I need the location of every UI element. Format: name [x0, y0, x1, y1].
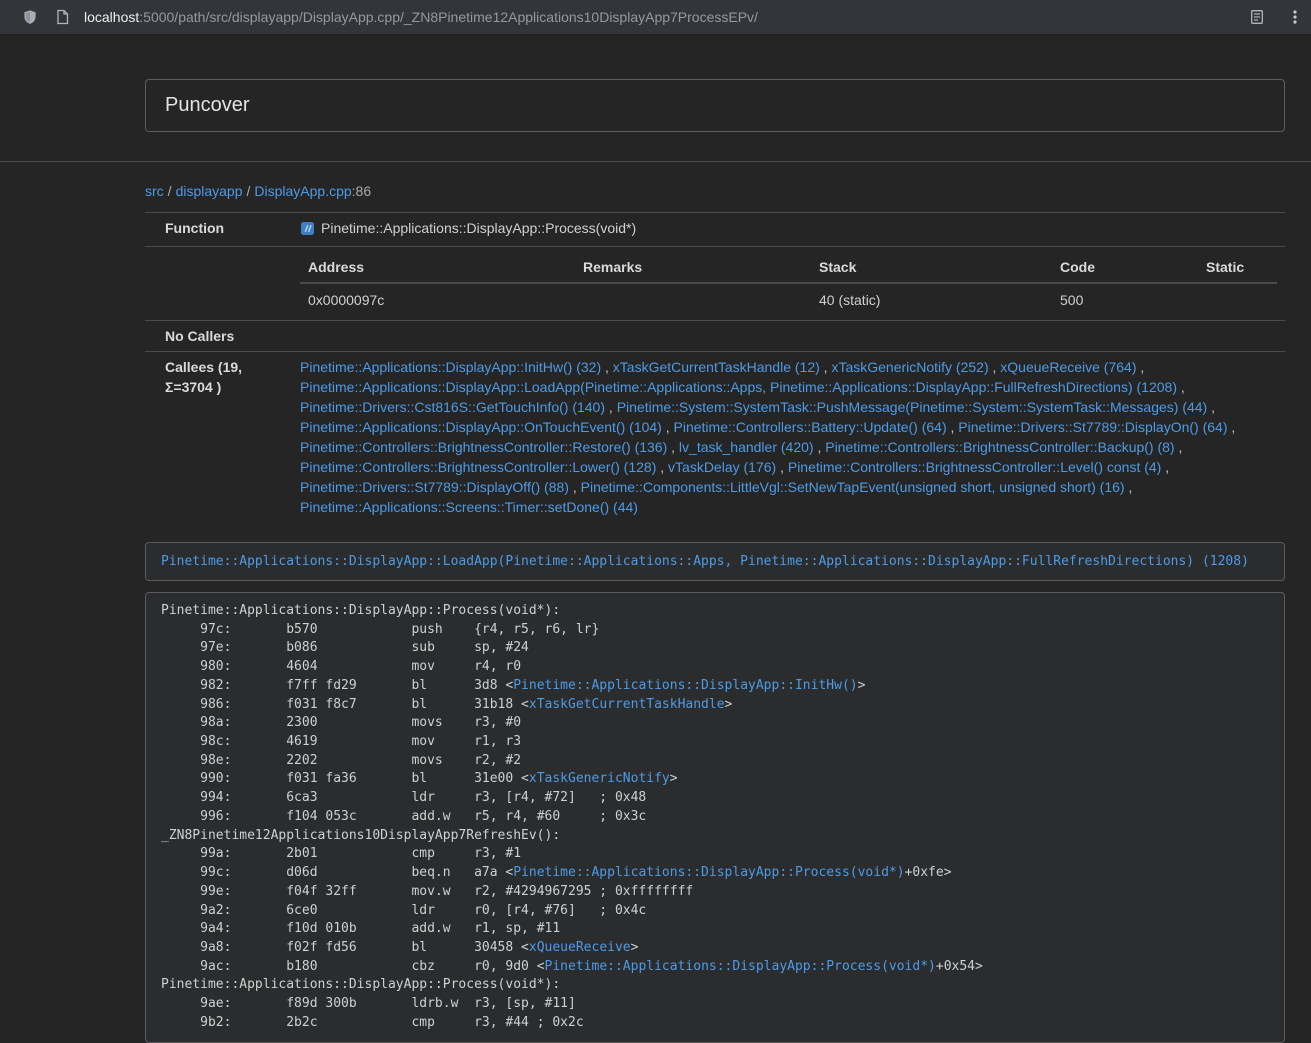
shield-icon[interactable]	[22, 9, 38, 25]
callee-link[interactable]: Pinetime::Drivers::Cst816S::GetTouchInfo…	[300, 399, 605, 415]
url-host: localhost	[84, 9, 139, 25]
disassembly-symbol-link[interactable]: xQueueReceive	[529, 940, 631, 955]
callee-separator: ,	[667, 439, 679, 455]
column-header-stack: Stack	[811, 252, 1052, 283]
callees-row: Callees (19, Σ=3704 ) Pinetime::Applicat…	[145, 352, 1285, 523]
callee-separator: ,	[601, 359, 613, 375]
column-header-code: Code	[1052, 252, 1198, 283]
breadcrumb-link-file[interactable]: DisplayApp.cpp	[254, 183, 351, 199]
callee-separator: ,	[776, 459, 788, 475]
url-path: :5000/path/src/displayapp/DisplayApp.cpp…	[139, 9, 758, 25]
breadcrumb-separator: /	[247, 183, 251, 199]
symbol-table: Function Pinetime::Applications::Display…	[145, 212, 1285, 522]
divider	[0, 161, 1311, 162]
callee-separator: ,	[605, 399, 617, 415]
callee-link[interactable]: Pinetime::Controllers::BrightnessControl…	[825, 439, 1174, 455]
column-header-static: Static	[1198, 252, 1277, 283]
no-callers-row: No Callers	[145, 321, 1285, 352]
column-header-remarks: Remarks	[575, 252, 811, 283]
function-details-row: Address Remarks Stack Code Static 0x0000…	[145, 247, 1285, 321]
page-title: Puncover	[165, 94, 1265, 117]
callees-label: Callees (19, Σ=3704 )	[145, 352, 292, 523]
details-table: Address Remarks Stack Code Static 0x0000…	[300, 252, 1277, 315]
callee-separator: ,	[814, 439, 826, 455]
page-container: Puncover src/displayapp/DisplayApp.cpp:8…	[145, 79, 1285, 1043]
method-icon	[300, 221, 315, 241]
disassembly-box: Pinetime::Applications::DisplayApp::Proc…	[145, 592, 1285, 1043]
callee-separator: ,	[569, 479, 581, 495]
empty-label-cell	[145, 247, 292, 321]
kebab-menu-icon[interactable]	[1293, 9, 1297, 25]
callee-separator: ,	[1161, 459, 1169, 475]
callee-link[interactable]: Pinetime::Controllers::BrightnessControl…	[300, 439, 667, 455]
callee-link[interactable]: Pinetime::Applications::DisplayApp::Init…	[300, 359, 601, 375]
page-header-panel: Puncover	[145, 79, 1285, 132]
breadcrumb-separator: /	[168, 183, 172, 199]
callee-link[interactable]: Pinetime::Applications::DisplayApp::OnTo…	[300, 419, 662, 435]
callee-link[interactable]: Pinetime::Drivers::St7789::DisplayOn() (…	[958, 419, 1227, 435]
callee-separator: ,	[1175, 439, 1183, 455]
url-bar[interactable]: localhost:5000/path/src/displayapp/Displ…	[84, 9, 758, 25]
highlighted-symbol-link[interactable]: Pinetime::Applications::DisplayApp::Load…	[161, 554, 1249, 569]
callee-separator: ,	[1207, 399, 1215, 415]
disassembly-symbol-link[interactable]: xTaskGetCurrentTaskHandle	[529, 697, 725, 712]
callee-link[interactable]: Pinetime::Applications::DisplayApp::Load…	[300, 379, 1177, 395]
function-name: Pinetime::Applications::DisplayApp::Proc…	[321, 220, 636, 236]
reader-mode-icon[interactable]	[1249, 9, 1265, 25]
callee-separator: ,	[1228, 419, 1236, 435]
callees-cell: Pinetime::Applications::DisplayApp::Init…	[292, 352, 1285, 523]
breadcrumb-link-displayapp[interactable]: displayapp	[176, 183, 243, 199]
callee-separator: ,	[820, 359, 832, 375]
callee-separator: ,	[1125, 479, 1133, 495]
callee-link[interactable]: Pinetime::Components::LittleVgl::SetNewT…	[581, 479, 1125, 495]
breadcrumb: src/displayapp/DisplayApp.cpp:86	[145, 182, 1285, 200]
disassembly-symbol-link[interactable]: xTaskGenericNotify	[529, 771, 670, 786]
callee-link[interactable]: lv_task_handler (420)	[679, 439, 814, 455]
callee-link[interactable]: xTaskGenericNotify (252)	[831, 359, 988, 375]
function-label: Function	[145, 213, 292, 247]
callee-separator: ,	[1177, 379, 1185, 395]
no-callers-empty-cell	[292, 321, 1285, 352]
callee-link[interactable]: Pinetime::Controllers::Battery::Update()…	[674, 419, 947, 435]
callee-link[interactable]: Pinetime::Controllers::BrightnessControl…	[788, 459, 1161, 475]
callee-separator: ,	[656, 459, 668, 475]
page-icon[interactable]	[55, 9, 70, 25]
disassembly-symbol-link[interactable]: Pinetime::Applications::DisplayApp::Proc…	[545, 959, 936, 974]
disassembly-symbol-link[interactable]: Pinetime::Applications::DisplayApp::Init…	[513, 678, 857, 693]
breadcrumb-line-number: :86	[352, 183, 371, 199]
stack-value: 40 (static)	[811, 283, 1052, 315]
disassembly-symbol-link[interactable]: Pinetime::Applications::DisplayApp::Proc…	[513, 865, 904, 880]
code-value: 500	[1052, 283, 1198, 315]
callee-separator: ,	[947, 419, 959, 435]
callee-link[interactable]: Pinetime::System::SystemTask::PushMessag…	[617, 399, 1208, 415]
remarks-value	[575, 283, 811, 315]
callee-link[interactable]: xQueueReceive (764)	[1000, 359, 1136, 375]
address-value: 0x0000097c	[300, 283, 575, 315]
function-row: Function Pinetime::Applications::Display…	[145, 213, 1285, 247]
column-header-address: Address	[300, 252, 575, 283]
callee-link[interactable]: xTaskGetCurrentTaskHandle (12)	[613, 359, 820, 375]
no-callers-label: No Callers	[145, 321, 292, 352]
callee-link[interactable]: vTaskDelay (176)	[668, 459, 776, 475]
details-cell: Address Remarks Stack Code Static 0x0000…	[292, 247, 1285, 321]
static-value	[1198, 283, 1277, 315]
callees-list: Pinetime::Applications::DisplayApp::Init…	[300, 357, 1277, 517]
callee-separator: ,	[989, 359, 1001, 375]
callee-separator: ,	[1136, 359, 1144, 375]
callee-link[interactable]: Pinetime::Controllers::BrightnessControl…	[300, 459, 656, 475]
details-value-row: 0x0000097c 40 (static) 500	[300, 283, 1277, 315]
highlighted-symbol-box: Pinetime::Applications::DisplayApp::Load…	[145, 542, 1285, 581]
callee-link[interactable]: Pinetime::Drivers::St7789::DisplayOff() …	[300, 479, 569, 495]
callee-link[interactable]: Pinetime::Applications::Screens::Timer::…	[300, 499, 638, 515]
details-header-row: Address Remarks Stack Code Static	[300, 252, 1277, 283]
browser-toolbar: localhost:5000/path/src/displayapp/Displ…	[0, 0, 1311, 35]
breadcrumb-link-src[interactable]: src	[145, 183, 164, 199]
function-name-cell: Pinetime::Applications::DisplayApp::Proc…	[292, 213, 1285, 247]
callee-separator: ,	[662, 419, 674, 435]
